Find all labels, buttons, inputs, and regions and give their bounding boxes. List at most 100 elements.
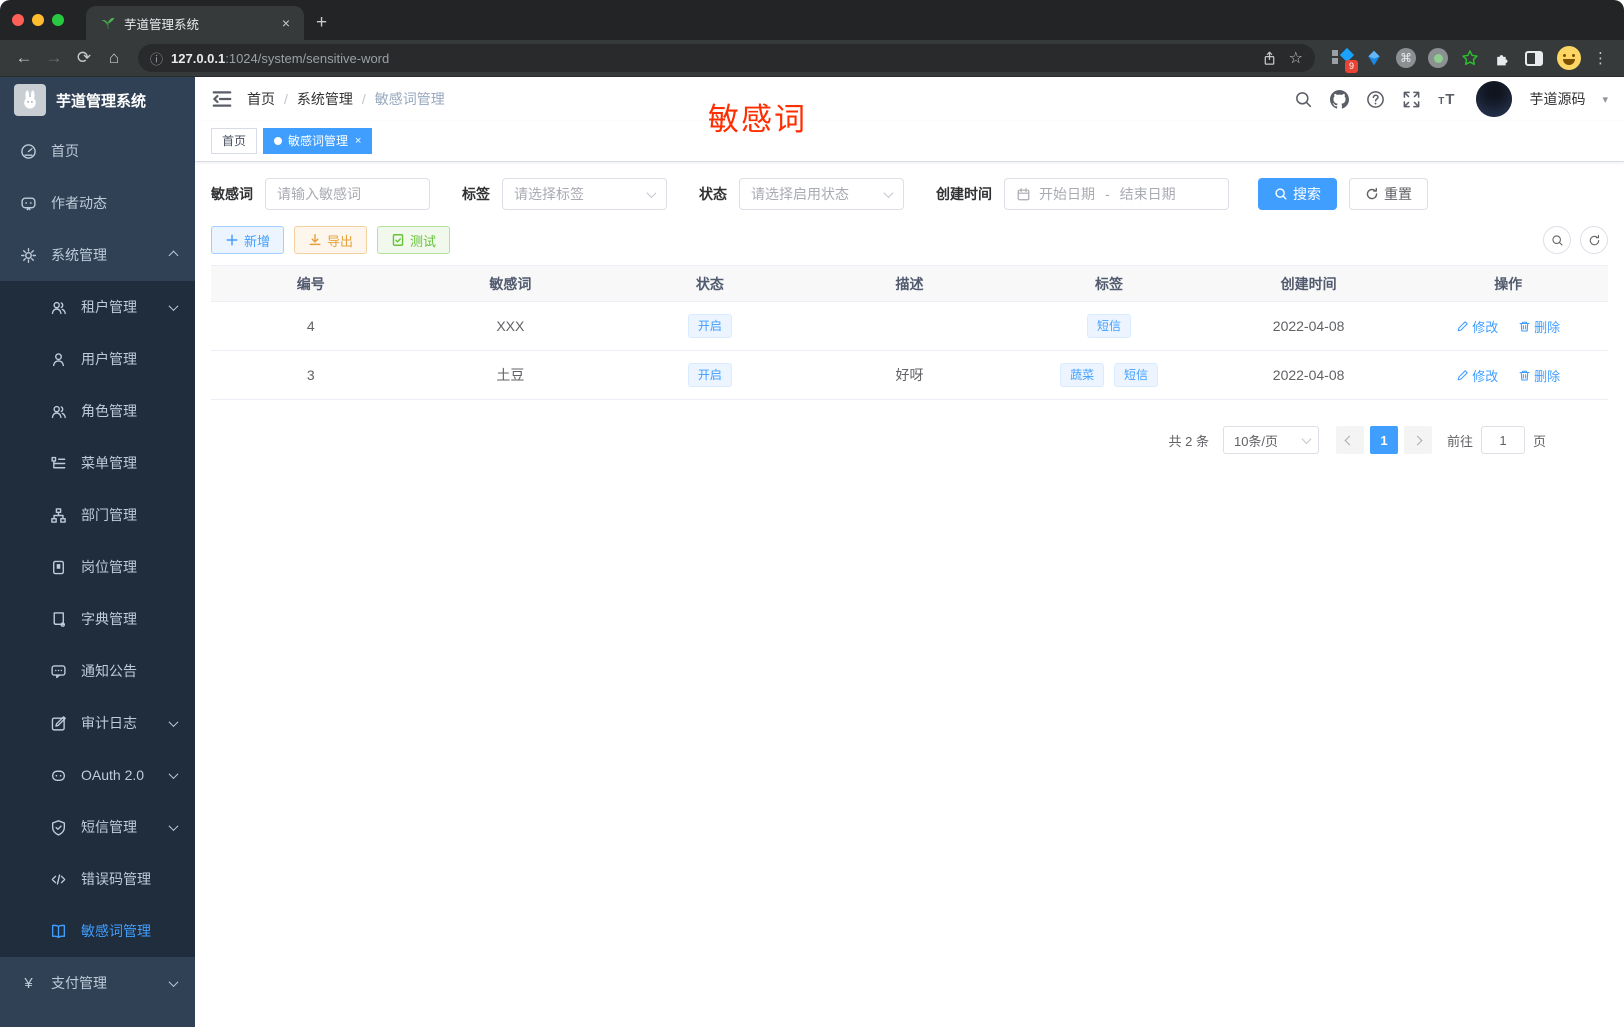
sidebar-item-audit-log[interactable]: 审计日志	[0, 697, 195, 749]
new-tab-button[interactable]: +	[304, 12, 341, 40]
browser-tab[interactable]: 芋道管理系统 ×	[86, 6, 304, 40]
caret-down-icon[interactable]: ▾	[1602, 93, 1608, 106]
reset-button[interactable]: 重置	[1349, 178, 1428, 210]
sidebar-item-home[interactable]: 首页	[0, 125, 195, 177]
kite-extension-icon[interactable]	[1363, 47, 1385, 69]
puzzle-extensions-icon[interactable]	[1491, 47, 1513, 69]
refresh-table-button[interactable]	[1580, 226, 1608, 254]
create-time-label: 创建时间	[936, 186, 992, 202]
goto-page-input[interactable]	[1480, 426, 1525, 454]
sidebar-item-author-news[interactable]: 作者动态	[0, 177, 195, 229]
prev-page-button[interactable]	[1335, 426, 1364, 454]
back-icon[interactable]: ←	[10, 48, 38, 68]
tab-close-icon[interactable]: ×	[355, 129, 361, 153]
home-icon[interactable]: ⌂	[100, 48, 128, 68]
sidebar-item-menu[interactable]: 菜单管理	[0, 437, 195, 489]
recorder-extension-icon[interactable]	[1427, 47, 1449, 69]
robot-face-icon	[51, 770, 66, 781]
share-icon[interactable]	[1262, 51, 1277, 66]
tag-badge: 蔬菜	[1060, 363, 1105, 387]
download-icon	[309, 234, 321, 246]
date-range-picker[interactable]: 开始日期 - 结束日期	[1004, 178, 1229, 210]
sidebar-item-dictionary[interactable]: 字典管理	[0, 593, 195, 645]
cell-create-time: 2022-04-08	[1208, 301, 1409, 351]
edit-pencil-icon	[1457, 320, 1468, 331]
url-bar[interactable]: ⓘ 127.0.0.1:1024/system/sensitive-word ☆	[138, 44, 1315, 72]
col-status: 状态	[610, 265, 810, 302]
sidebar-item-role[interactable]: 角色管理	[0, 385, 195, 437]
font-size-icon[interactable]: TT	[1438, 91, 1455, 108]
delete-button[interactable]: 删除	[1518, 366, 1560, 385]
status-select[interactable]: 请选择启用状态	[739, 178, 904, 210]
trash-icon	[1519, 370, 1530, 380]
side-panel-icon[interactable]	[1523, 47, 1545, 69]
sidebar-item-tenant[interactable]: 租户管理	[0, 281, 195, 333]
info-icon[interactable]: ⓘ	[150, 49, 163, 68]
tag-select[interactable]: 请选择标签	[502, 178, 667, 210]
sidebar-item-oauth[interactable]: OAuth 2.0	[0, 749, 195, 801]
add-button[interactable]: 新增	[211, 226, 285, 254]
breadcrumb-current: 敏感词管理	[374, 91, 445, 107]
edit-button[interactable]: 修改	[1456, 317, 1498, 336]
total-count: 共 2 条	[1168, 433, 1209, 449]
page-number-current[interactable]: 1	[1369, 426, 1398, 454]
sidebar-item-payment[interactable]: ¥ 支付管理	[0, 957, 195, 1009]
page-size-select[interactable]: 10条/页	[1222, 426, 1319, 454]
search-icon	[1275, 188, 1287, 200]
breadcrumb-separator: /	[284, 91, 288, 107]
sidebar-item-sms[interactable]: 短信管理	[0, 801, 195, 853]
forward-icon[interactable]: →	[40, 48, 68, 68]
user-name[interactable]: 芋道源码	[1529, 89, 1585, 109]
delete-button[interactable]: 删除	[1518, 317, 1560, 336]
sidebar-item-label: 菜单管理	[81, 455, 137, 471]
goto-label: 前往	[1446, 433, 1473, 449]
green-star-extension-icon[interactable]	[1459, 47, 1481, 69]
breadcrumb-system[interactable]: 系统管理	[297, 89, 353, 109]
sidebar-item-notice[interactable]: 通知公告	[0, 645, 195, 697]
command-extension-icon[interactable]: ⌘	[1395, 47, 1417, 69]
sensitive-word-table: 编号 敏感词 状态 描述 标签 创建时间 操作 4 XXX 开启 短信 2022…	[211, 265, 1608, 400]
tab-close-icon[interactable]: ×	[278, 15, 294, 31]
reload-icon[interactable]: ⟳	[70, 48, 98, 68]
browser-menu-icon[interactable]: ⋮	[1583, 49, 1614, 67]
github-icon[interactable]	[1330, 89, 1350, 109]
search-icon[interactable]	[1294, 90, 1313, 109]
blocker-extension-icon[interactable]: 9	[1331, 47, 1358, 73]
help-icon[interactable]	[1366, 90, 1385, 109]
cell-description: 好呀	[809, 350, 1010, 400]
toggle-search-button[interactable]	[1543, 226, 1571, 254]
app-logo: 芋道管理系统	[0, 77, 195, 123]
close-window-button[interactable]	[12, 14, 24, 26]
export-button-label: 导出	[327, 233, 354, 249]
sidebar-fold-icon[interactable]	[211, 88, 233, 110]
edit-button[interactable]: 修改	[1456, 366, 1498, 385]
users-icon	[51, 301, 66, 314]
logo-rabbit-image	[14, 84, 46, 116]
test-button[interactable]: 测试	[377, 226, 451, 254]
users-icon	[51, 405, 66, 418]
sidebar-menu: 首页 作者动态 系统管理 租户管理 用户管理 角色管理 菜单管理 部门管理 岗位…	[0, 123, 195, 1027]
trash-icon	[1519, 321, 1530, 331]
minimize-window-button[interactable]	[32, 14, 44, 26]
sidebar-item-user[interactable]: 用户管理	[0, 333, 195, 385]
browser-profile-avatar[interactable]	[1557, 46, 1581, 70]
sidebar-item-post[interactable]: 岗位管理	[0, 541, 195, 593]
tab-sensitive-word[interactable]: 敏感词管理 ×	[263, 128, 373, 154]
next-page-button[interactable]	[1403, 426, 1432, 454]
bookmark-star-icon[interactable]: ☆	[1289, 48, 1303, 68]
fullscreen-icon[interactable]	[1402, 90, 1421, 109]
sidebar-item-department[interactable]: 部门管理	[0, 489, 195, 541]
sidebar-item-sensitive-word[interactable]: 敏感词管理	[0, 905, 195, 957]
search-button[interactable]: 搜索	[1258, 178, 1337, 210]
export-button[interactable]: 导出	[294, 226, 368, 254]
keyword-input[interactable]	[265, 178, 430, 210]
user-icon	[52, 352, 65, 366]
user-avatar[interactable]	[1476, 81, 1513, 117]
tag-select-placeholder: 请选择标签	[514, 186, 584, 202]
breadcrumb-home[interactable]: 首页	[247, 89, 275, 109]
sidebar-item-error-code[interactable]: 错误码管理	[0, 853, 195, 905]
chat-face-icon	[21, 196, 36, 210]
tab-home[interactable]: 首页	[211, 128, 258, 154]
sidebar-item-system-management[interactable]: 系统管理	[0, 229, 195, 281]
zoom-window-button[interactable]	[52, 14, 64, 26]
